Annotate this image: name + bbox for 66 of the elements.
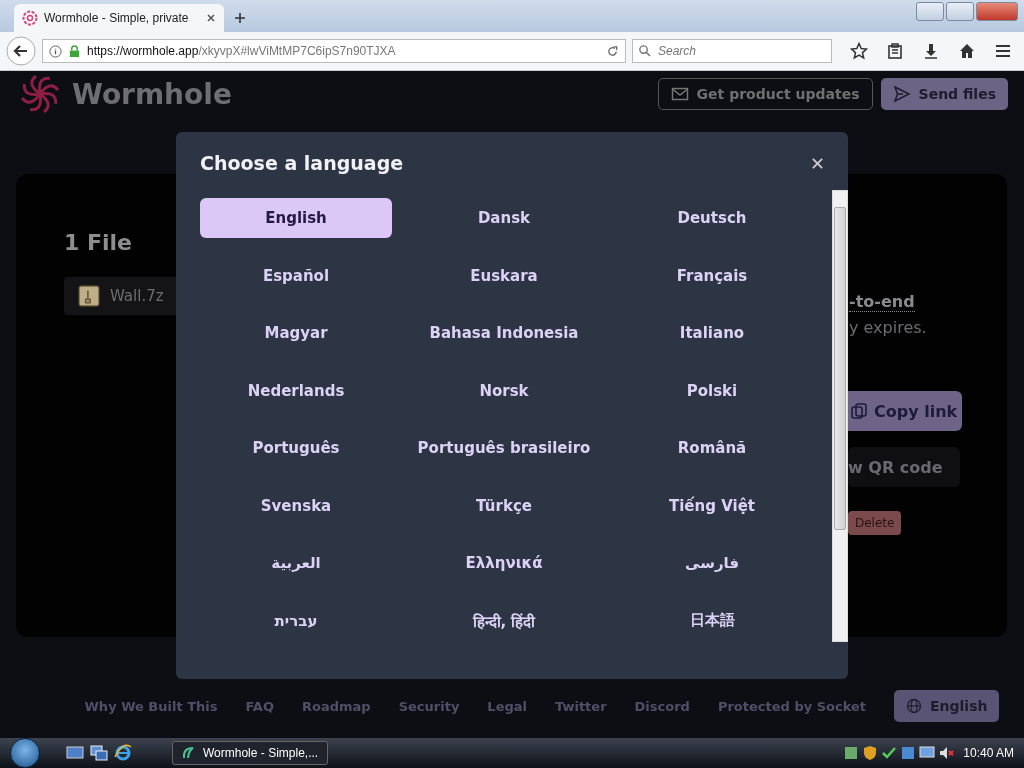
language-option[interactable]: Euskara [408, 255, 600, 296]
url-text: https://wormhole.app/xkyvpX#lwViMtMP7C6ipS7n90TJXA [87, 44, 397, 58]
address-bar[interactable]: https://wormhole.app/xkyvpX#lwViMtMP7C6ipS7n90TJXA [42, 39, 626, 63]
archive-file-icon [78, 285, 100, 307]
language-option[interactable]: Română [616, 428, 808, 468]
end-to-end-link[interactable]: -to-end [849, 292, 915, 312]
mute-icon [938, 745, 955, 761]
language-option[interactable]: Tiếng Việt [616, 485, 808, 526]
language-option[interactable]: Ελληνικά [408, 543, 600, 583]
taskbar-window-button[interactable]: Wormhole - Simple,... [172, 741, 328, 765]
mail-icon [670, 85, 689, 103]
language-option[interactable]: Português brasileiro [408, 428, 600, 468]
language-option[interactable]: Türkçe [408, 485, 600, 526]
language-option[interactable]: Italiano [616, 313, 808, 353]
send-icon [892, 85, 911, 103]
language-option[interactable]: Português [200, 428, 392, 468]
check-icon [881, 745, 898, 761]
language-option[interactable]: עברית [200, 600, 392, 641]
close-icon[interactable] [206, 13, 216, 23]
info-icon [49, 44, 62, 58]
search-icon [638, 44, 651, 57]
browser-tab[interactable]: Wormhole - Simple, private [14, 4, 224, 32]
language-option[interactable]: Français [616, 255, 808, 296]
dialog-title: Choose a language [200, 152, 404, 174]
lock-icon [68, 44, 81, 58]
menu-icon[interactable] [994, 42, 1012, 60]
language-option[interactable]: Dansk [408, 198, 600, 238]
language-option[interactable]: Nederlands [200, 370, 392, 411]
back-icon[interactable] [6, 36, 36, 66]
home-icon[interactable] [958, 42, 976, 60]
language-option[interactable]: فارسی [616, 543, 808, 583]
language-option[interactable]: Magyar [200, 313, 392, 353]
start-button[interactable] [10, 738, 40, 768]
language-option[interactable]: Polski [616, 370, 808, 411]
plus-icon[interactable] [234, 12, 246, 24]
language-option[interactable]: हिन्दी, हिंदी [408, 600, 600, 641]
desktop-icon[interactable] [66, 744, 84, 762]
clipboard-icon[interactable] [886, 42, 904, 60]
language-option[interactable]: 日本語 [616, 600, 808, 641]
copy-icon [850, 402, 868, 420]
language-option[interactable]: Español [200, 255, 392, 296]
language-option[interactable]: Deutsch [616, 198, 808, 238]
browser-e-icon[interactable] [114, 744, 132, 762]
language-option[interactable]: Norsk [408, 370, 600, 411]
language-option[interactable]: العربية [200, 543, 392, 583]
globe-icon [906, 698, 922, 714]
monitor-icon [919, 745, 936, 761]
download-icon[interactable] [922, 42, 940, 60]
clock-time: 10:40 AM [963, 746, 1014, 760]
language-option[interactable]: Bahasa Indonesia [408, 313, 600, 353]
minimize-button[interactable] [916, 2, 944, 21]
star-icon[interactable] [850, 42, 868, 60]
shield-warning-icon [862, 745, 879, 761]
updates-button[interactable]: Get product updates [657, 78, 873, 110]
file-name: Wall.7z [110, 287, 164, 305]
brand-name[interactable]: Wormhole [72, 77, 232, 111]
reload-icon[interactable] [606, 44, 619, 58]
qr-code-button[interactable]: w QR code [848, 447, 960, 487]
language-option[interactable]: Svenska [200, 485, 392, 526]
file-count-heading: 1 File [64, 230, 133, 255]
search-field[interactable]: Search [632, 39, 832, 63]
language-option[interactable]: English [200, 198, 392, 238]
maximize-button[interactable] [946, 2, 974, 21]
expiry-note: y expires. [849, 318, 927, 337]
scrollbar-thumb[interactable] [834, 207, 846, 530]
scrollbar[interactable] [832, 190, 848, 642]
